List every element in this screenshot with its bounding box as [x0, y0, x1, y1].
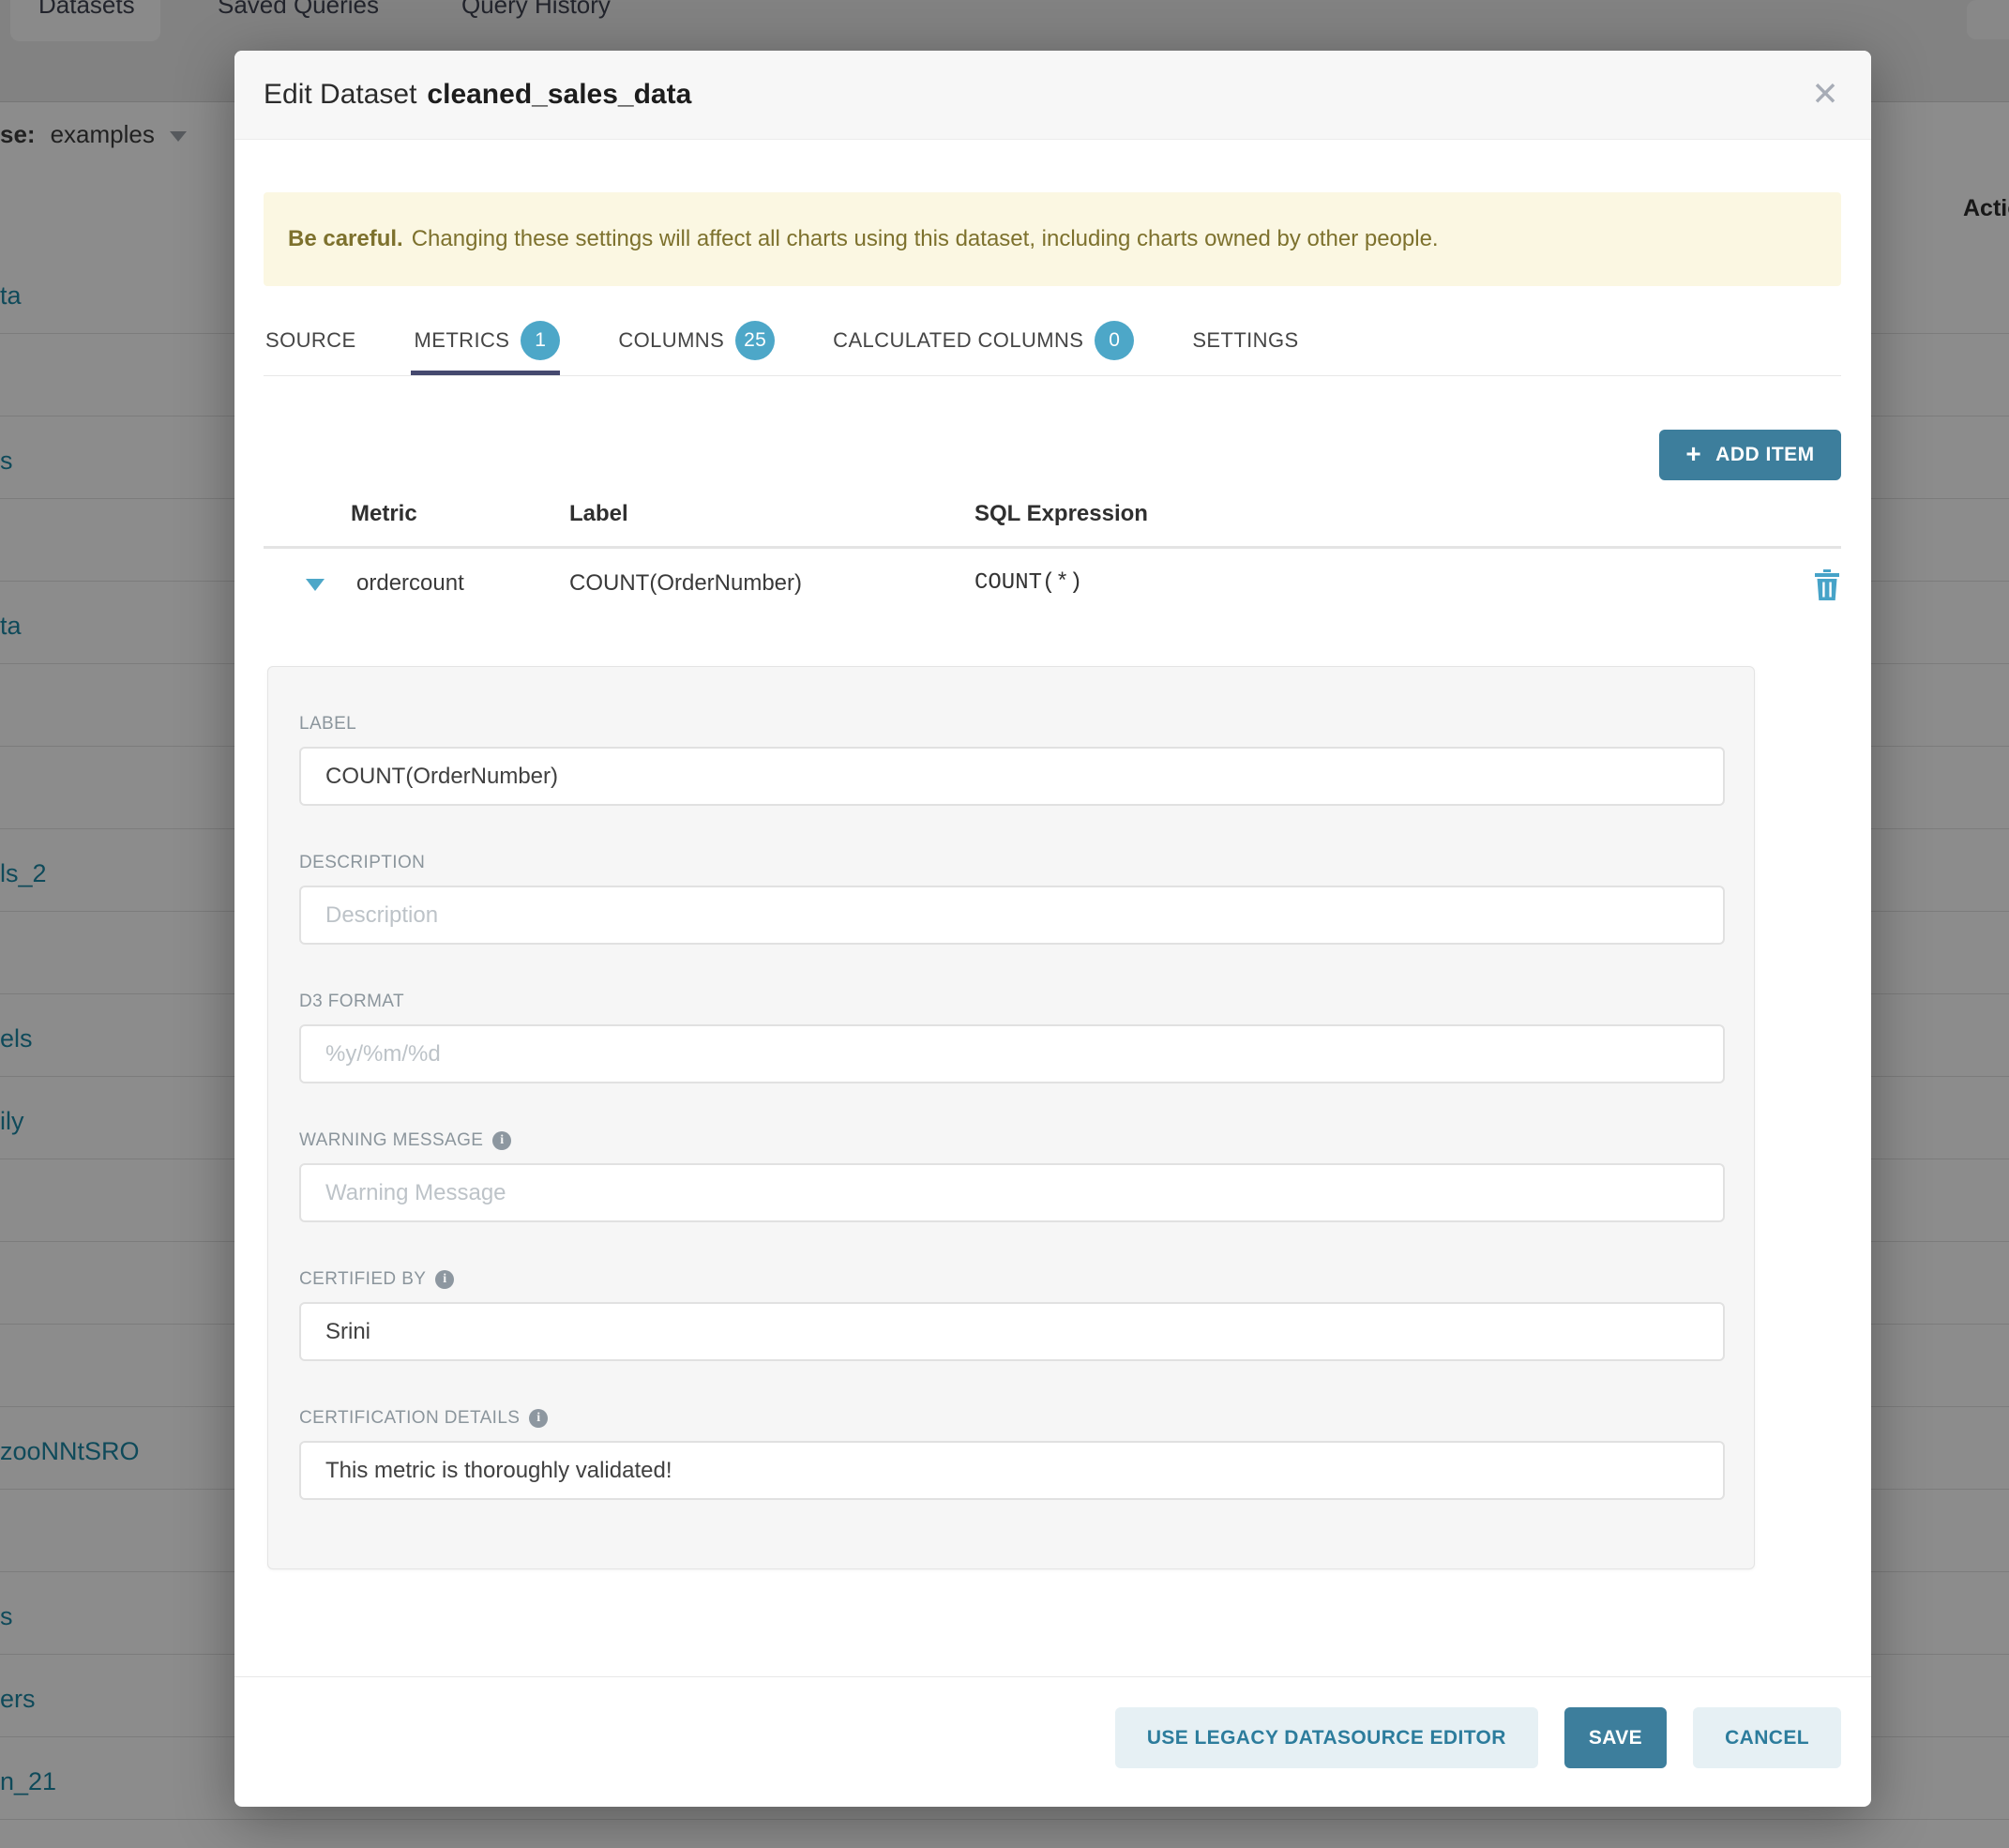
tab-source[interactable]: SOURCE	[265, 304, 356, 376]
plus-icon: +	[1685, 439, 1701, 469]
tab-calculated-columns-label: CALCULATED COLUMNS	[833, 328, 1083, 353]
field-description: DESCRIPTION	[299, 851, 1725, 945]
tab-metrics-label: METRICS	[415, 328, 510, 353]
description-input[interactable]	[299, 886, 1725, 945]
tab-columns-label: COLUMNS	[618, 328, 724, 353]
metric-detail-panel: LABEL DESCRIPTION D3 FORMAT WARNING MESS…	[267, 666, 1755, 1569]
close-icon[interactable]: ✕	[1802, 71, 1849, 118]
footer-divider	[234, 1676, 1871, 1677]
dataset-editor-tabs: SOURCE METRICS 1 COLUMNS 25 CALCULATED C…	[265, 304, 1299, 376]
metric-column-header: Metric	[351, 501, 417, 527]
columns-count-badge: 25	[735, 321, 775, 360]
d3-format-field-label: D3 FORMAT	[299, 990, 1725, 1014]
screen: Datasets Saved Queries Query History se:…	[0, 0, 2009, 1848]
modal-title-prefix: Edit Dataset	[264, 79, 416, 111]
save-button[interactable]: SAVE	[1564, 1707, 1667, 1768]
calculated-columns-count-badge: 0	[1095, 321, 1134, 360]
certification-details-field-label: CERTIFICATION DETAILS i	[299, 1406, 1725, 1431]
metric-name: ordercount	[356, 554, 464, 613]
certified-by-input[interactable]	[299, 1302, 1725, 1361]
cancel-button[interactable]: CANCEL	[1693, 1707, 1841, 1768]
metrics-count-badge: 1	[521, 321, 560, 360]
tabs-divider	[264, 375, 1841, 376]
edit-dataset-modal: Edit Dataset cleaned_sales_data ✕ Be car…	[234, 51, 1871, 1807]
info-icon[interactable]: i	[435, 1270, 454, 1289]
metric-row: ordercount COUNT(OrderNumber) COUNT(*)	[234, 554, 1871, 613]
tab-settings[interactable]: SETTINGS	[1192, 304, 1298, 376]
field-d3-format: D3 FORMAT	[299, 990, 1725, 1083]
warning-message-input[interactable]	[299, 1163, 1725, 1222]
use-legacy-datasource-editor-button[interactable]: USE LEGACY DATASOURCE EDITOR	[1115, 1707, 1538, 1768]
certification-details-input[interactable]	[299, 1441, 1725, 1500]
warning-banner: Be careful. Changing these settings will…	[264, 192, 1841, 286]
warning-message-label-text: WARNING MESSAGE	[299, 1130, 483, 1151]
add-item-button[interactable]: + ADD ITEM	[1659, 430, 1841, 480]
field-certified-by: CERTIFIED BY i	[299, 1267, 1725, 1361]
trash-icon	[1814, 569, 1840, 600]
warning-banner-text: Changing these settings will affect all …	[412, 226, 1439, 252]
add-item-label: ADD ITEM	[1715, 444, 1815, 466]
info-icon[interactable]: i	[492, 1131, 511, 1150]
description-field-label: DESCRIPTION	[299, 851, 1725, 875]
certified-by-field-label: CERTIFIED BY i	[299, 1267, 1725, 1292]
info-icon[interactable]: i	[529, 1409, 548, 1428]
delete-metric-button[interactable]	[1810, 567, 1844, 602]
tab-calculated-columns[interactable]: CALCULATED COLUMNS 0	[833, 304, 1134, 376]
dataset-name: cleaned_sales_data	[427, 79, 691, 111]
sql-expression-column-header: SQL Expression	[974, 501, 1148, 527]
collapse-caret-icon[interactable]	[306, 579, 325, 591]
tab-source-label: SOURCE	[265, 328, 356, 353]
modal-footer: USE LEGACY DATASOURCE EDITOR SAVE CANCEL	[234, 1707, 1871, 1768]
tab-settings-label: SETTINGS	[1192, 328, 1298, 353]
metric-sql-expression: COUNT(*)	[974, 554, 1082, 613]
field-warning-message: WARNING MESSAGE i	[299, 1128, 1725, 1222]
metrics-table-header: Metric Label SQL Expression	[234, 492, 1871, 538]
field-certification-details: CERTIFICATION DETAILS i	[299, 1406, 1725, 1500]
warning-message-field-label: WARNING MESSAGE i	[299, 1128, 1725, 1153]
certified-by-label-text: CERTIFIED BY	[299, 1269, 426, 1290]
label-input[interactable]	[299, 747, 1725, 806]
modal-title: Edit Dataset cleaned_sales_data	[264, 51, 691, 139]
tab-metrics[interactable]: METRICS 1	[415, 304, 561, 376]
label-field-label: LABEL	[299, 712, 1725, 736]
metrics-table-divider	[264, 546, 1841, 549]
modal-header: Edit Dataset cleaned_sales_data ✕	[234, 51, 1871, 140]
label-column-header: Label	[569, 501, 628, 527]
field-label: LABEL	[299, 712, 1725, 806]
metric-label: COUNT(OrderNumber)	[569, 554, 802, 613]
d3-format-input[interactable]	[299, 1024, 1725, 1083]
tab-columns[interactable]: COLUMNS 25	[618, 304, 775, 376]
warning-banner-bold: Be careful.	[288, 226, 403, 252]
certification-details-label-text: CERTIFICATION DETAILS	[299, 1408, 520, 1429]
